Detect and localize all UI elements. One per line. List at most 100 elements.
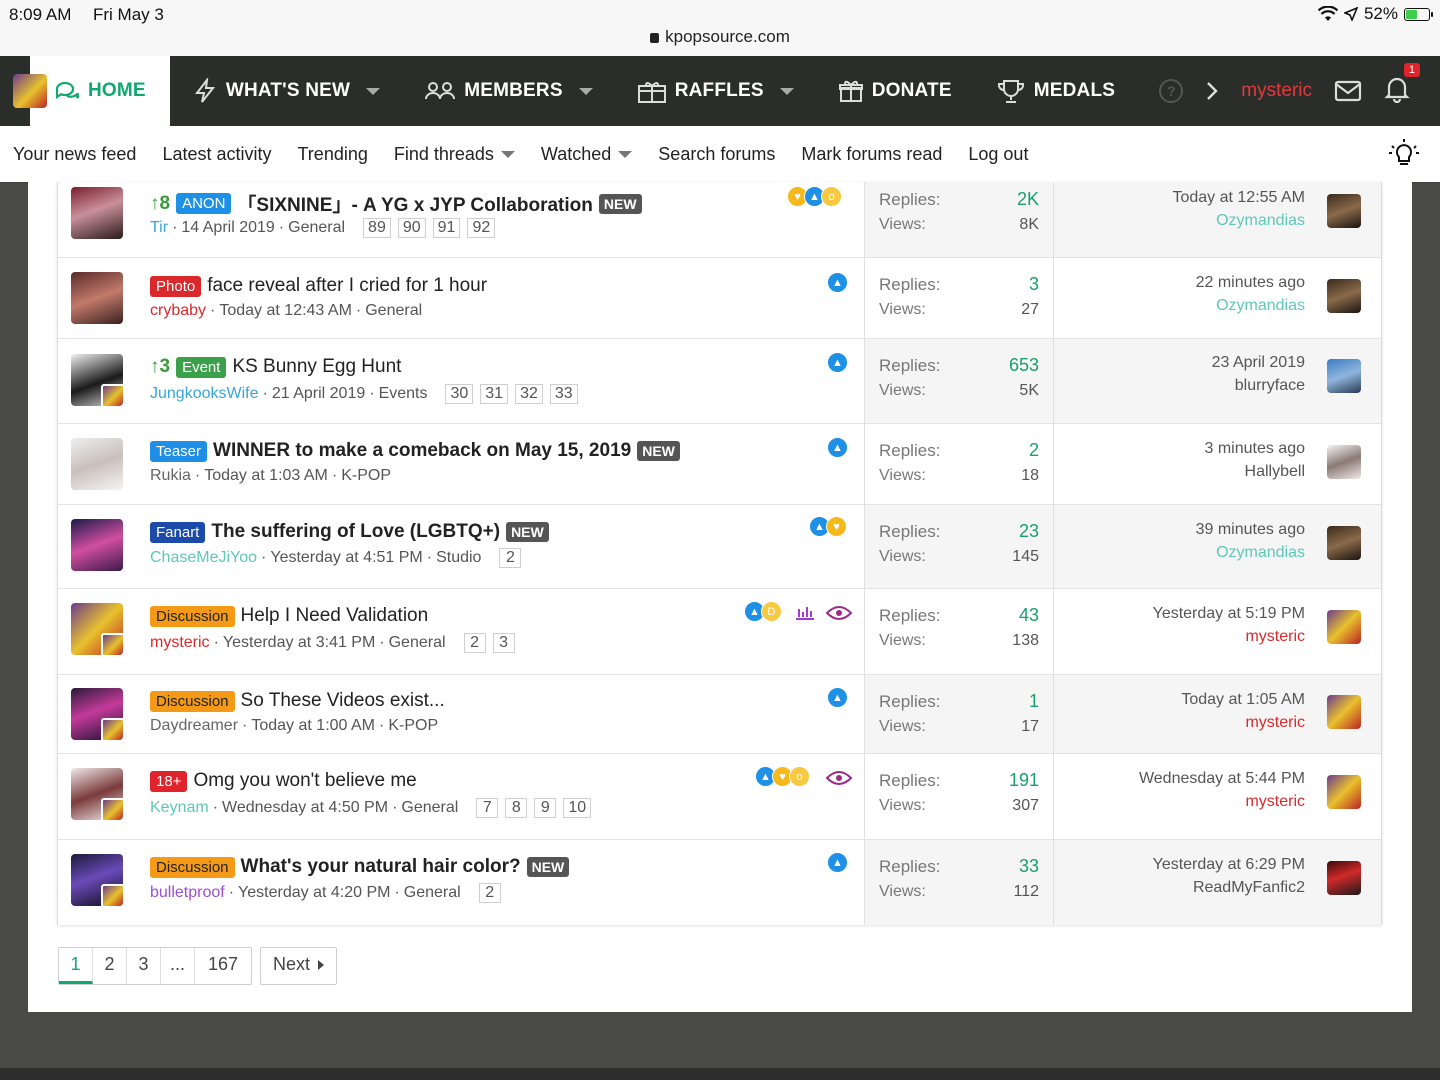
- page-link[interactable]: 31: [480, 384, 509, 404]
- avatar[interactable]: [71, 519, 123, 571]
- thread-row[interactable]: Discussion What's your natural hair colo…: [58, 840, 1381, 925]
- last-post-date[interactable]: 23 April 2019: [1212, 354, 1305, 372]
- thread-forum[interactable]: General: [389, 634, 446, 652]
- last-post-user[interactable]: mysteric: [1245, 793, 1305, 811]
- prefix-badge[interactable]: Event: [176, 356, 227, 378]
- page-link[interactable]: 2: [463, 633, 486, 653]
- avatar[interactable]: [1327, 526, 1361, 560]
- thread-row[interactable]: ↑ 3 Event KS Bunny Egg Hunt JungkooksWif…: [58, 339, 1381, 424]
- thread-date[interactable]: Yesterday at 4:20 PM: [238, 884, 390, 902]
- thread-title[interactable]: KS Bunny Egg Hunt: [232, 356, 401, 378]
- avatar[interactable]: [1327, 775, 1361, 809]
- thread-date[interactable]: 21 April 2019: [272, 385, 365, 403]
- avatar[interactable]: [71, 272, 123, 324]
- subnav-watched[interactable]: Watched: [541, 144, 632, 165]
- tab-medals[interactable]: MEDALS: [974, 56, 1137, 126]
- page-1[interactable]: 1: [59, 948, 93, 984]
- thread-row[interactable]: Discussion So These Videos exist... Dayd…: [58, 675, 1381, 754]
- thread-title[interactable]: What's your natural hair color?: [241, 856, 521, 878]
- avatar[interactable]: [1327, 695, 1361, 729]
- last-post-date[interactable]: Today at 1:05 AM: [1181, 691, 1305, 709]
- avatar[interactable]: [71, 603, 123, 655]
- avatar[interactable]: [71, 187, 123, 239]
- thread-forum[interactable]: K-POP: [388, 717, 438, 735]
- eye-icon[interactable]: [826, 605, 852, 621]
- prefix-badge[interactable]: Discussion: [150, 690, 235, 712]
- last-post-date[interactable]: 39 minutes ago: [1196, 521, 1305, 539]
- thread-author[interactable]: Tir: [150, 219, 168, 237]
- thread-title[interactable]: 「SIXNINE」- A YG x JYP Collaboration: [237, 190, 592, 217]
- tab-whats-new[interactable]: WHAT'S NEW: [170, 56, 402, 126]
- avatar[interactable]: [71, 354, 123, 406]
- last-post-user[interactable]: mysteric: [1245, 714, 1305, 732]
- page-ellipsis[interactable]: ...: [161, 948, 196, 984]
- thread-author[interactable]: Keynam: [150, 799, 209, 817]
- thread-row[interactable]: ↑ 8 ANON 「SIXNINE」- A YG x JYP Collabora…: [58, 182, 1381, 258]
- lightbulb-icon[interactable]: [1388, 138, 1420, 170]
- thread-author[interactable]: crybaby: [150, 302, 206, 320]
- subnav-latest-activity[interactable]: Latest activity: [162, 144, 271, 165]
- avatar[interactable]: [71, 854, 123, 906]
- page-link[interactable]: 7: [476, 798, 499, 818]
- page-link[interactable]: 8: [505, 798, 528, 818]
- page-link[interactable]: 3: [492, 633, 515, 653]
- thread-author[interactable]: Rukia: [150, 467, 191, 485]
- tab-members[interactable]: MEMBERS: [402, 56, 615, 126]
- eye-icon[interactable]: [826, 770, 852, 786]
- page-link[interactable]: 32: [515, 384, 543, 404]
- prefix-badge[interactable]: Fanart: [150, 521, 206, 543]
- thread-date[interactable]: 14 April 2019: [181, 219, 274, 237]
- subnav-logout[interactable]: Log out: [968, 144, 1028, 165]
- thread-forum[interactable]: General: [404, 884, 461, 902]
- thread-forum[interactable]: General: [401, 799, 458, 817]
- thread-author[interactable]: bulletproof: [150, 884, 225, 902]
- last-post-user[interactable]: Hallybell: [1245, 463, 1305, 481]
- thread-row[interactable]: Fanart The suffering of Love (LGBTQ+) NE…: [58, 505, 1381, 589]
- thread-row[interactable]: Teaser WINNER to make a comeback on May …: [58, 424, 1381, 505]
- alerts[interactable]: 1: [1384, 62, 1420, 108]
- thread-row[interactable]: 18+ Omg you won't believe me Keynam · Wed…: [58, 754, 1381, 840]
- thread-date[interactable]: Today at 12:43 AM: [219, 302, 352, 320]
- chevron-down-icon[interactable]: [578, 87, 593, 95]
- avatar[interactable]: [1327, 194, 1361, 228]
- page-link[interactable]: 10: [563, 798, 592, 818]
- page-link[interactable]: 92: [467, 218, 496, 238]
- subnav-mark-read[interactable]: Mark forums read: [801, 144, 942, 165]
- page-link[interactable]: 33: [549, 384, 578, 404]
- avatar[interactable]: [1327, 279, 1361, 313]
- page-link[interactable]: 9: [534, 798, 557, 818]
- next-page-button[interactable]: Next: [260, 947, 338, 985]
- thread-author[interactable]: Daydreamer: [150, 717, 238, 735]
- page-link[interactable]: 89: [363, 218, 391, 238]
- page-link[interactable]: 2: [499, 548, 522, 568]
- last-post-user[interactable]: mysteric: [1245, 628, 1305, 646]
- thread-row[interactable]: Discussion Help I Need Validation myster…: [58, 589, 1381, 675]
- prefix-badge[interactable]: Photo: [150, 275, 202, 297]
- page-last[interactable]: 167: [195, 948, 251, 984]
- subnav-trending[interactable]: Trending: [297, 144, 367, 165]
- page-link[interactable]: 30: [445, 384, 474, 404]
- last-post-user[interactable]: ReadMyFanfic2: [1193, 879, 1305, 897]
- page-link[interactable]: 91: [432, 218, 461, 238]
- avatar[interactable]: [1327, 610, 1361, 644]
- avatar[interactable]: [1327, 861, 1361, 895]
- last-post-user[interactable]: Ozymandias: [1216, 544, 1305, 562]
- thread-title[interactable]: Omg you won't believe me: [193, 770, 416, 792]
- avatar[interactable]: [1327, 359, 1361, 393]
- url-bar[interactable]: kpopsource.com: [0, 27, 1440, 47]
- thread-title[interactable]: So These Videos exist...: [241, 690, 445, 712]
- thread-author[interactable]: JungkooksWife: [150, 385, 259, 403]
- chevron-right-icon[interactable]: [1205, 80, 1219, 102]
- avatar[interactable]: [71, 768, 123, 820]
- last-post-date[interactable]: Wednesday at 5:44 PM: [1139, 770, 1305, 788]
- subnav-search-forums[interactable]: Search forums: [658, 144, 775, 165]
- thread-title[interactable]: Help I Need Validation: [241, 605, 429, 627]
- page-link[interactable]: 2: [478, 883, 501, 903]
- thread-forum[interactable]: K-POP: [341, 467, 391, 485]
- last-post-user[interactable]: blurryface: [1235, 377, 1305, 395]
- help-icon[interactable]: ?: [1159, 79, 1184, 103]
- thread-title[interactable]: The suffering of Love (LGBTQ+): [211, 521, 500, 543]
- thread-date[interactable]: Today at 1:03 AM: [204, 467, 328, 485]
- last-post-date[interactable]: 22 minutes ago: [1196, 274, 1305, 292]
- thread-forum[interactable]: Studio: [436, 549, 481, 567]
